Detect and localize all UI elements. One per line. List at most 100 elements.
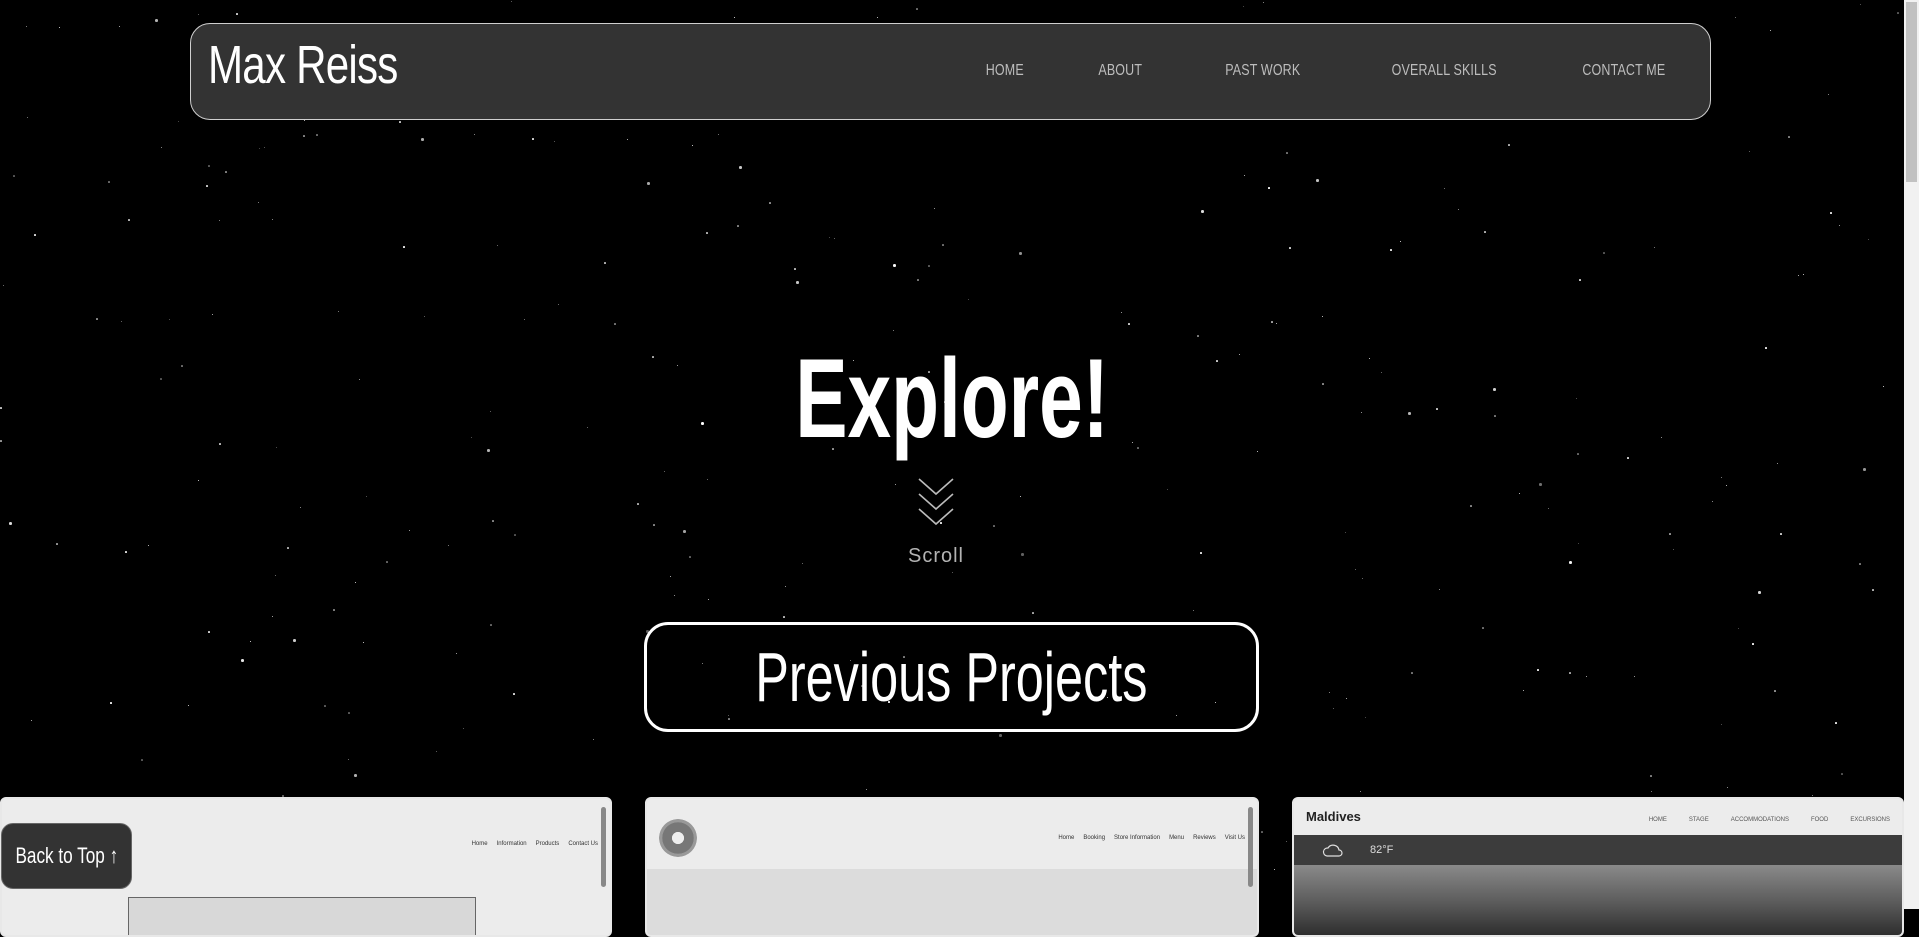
thumbnail-weather-bar: 82°F: [1294, 835, 1902, 865]
star: [13, 175, 15, 177]
star: [916, 8, 918, 10]
star: [1721, 724, 1722, 725]
star: [250, 641, 251, 642]
star: [1828, 94, 1829, 95]
star: [59, 27, 60, 28]
star: [1271, 321, 1273, 323]
nav-home[interactable]: HOME: [985, 62, 1023, 80]
star: [1839, 225, 1840, 226]
star: [558, 304, 559, 305]
thumb-nav-item: Home: [471, 841, 488, 847]
project-card-3[interactable]: Maldives HOME STAGE ACCOMMODATIONS FOOD …: [1292, 797, 1904, 937]
star: [1329, 692, 1330, 693]
star: [355, 582, 356, 583]
star: [1390, 249, 1392, 251]
star: [928, 265, 930, 267]
star: [110, 702, 112, 704]
project-card-2[interactable]: Home Booking Store Information Menu Revi…: [645, 797, 1259, 937]
chevrons-down-icon[interactable]: [917, 476, 955, 530]
star: [208, 631, 210, 633]
star: [1770, 30, 1771, 31]
star: [1803, 274, 1804, 275]
star: [968, 299, 969, 300]
star: [1400, 241, 1401, 242]
star: [1276, 323, 1277, 324]
hero-title-text: Explore!: [795, 336, 1109, 462]
star: [348, 759, 349, 760]
star: [783, 616, 785, 618]
star: [1841, 773, 1843, 775]
star: [942, 244, 944, 246]
star: [463, 728, 464, 729]
page-scrollbar[interactable]: [1904, 0, 1919, 909]
star: [1897, 12, 1899, 14]
star: [108, 181, 110, 183]
thumbnail-scrollbar: [601, 807, 606, 887]
star: [653, 524, 655, 526]
nav-contact-me[interactable]: CONTACT ME: [1582, 62, 1665, 80]
star: [225, 171, 227, 173]
star: [1439, 589, 1440, 590]
star: [1735, 17, 1736, 18]
star: [893, 330, 894, 331]
star: [264, 147, 265, 148]
thumbnail-nav: Home Booking Store Information Menu Revi…: [1058, 835, 1245, 841]
star: [96, 318, 98, 320]
thumb-nav-item: STAGE: [1688, 817, 1709, 823]
star: [1752, 643, 1754, 645]
star: [1539, 483, 1542, 486]
back-to-top-button[interactable]: Back to Top ↑: [1, 823, 132, 889]
star: [708, 599, 709, 600]
star: [1726, 485, 1727, 486]
star: [272, 219, 273, 220]
page-scrollbar-thumb[interactable]: [1906, 2, 1917, 182]
star: [324, 705, 326, 707]
star: [737, 225, 739, 227]
brand-logo[interactable]: Max Reiss: [208, 34, 398, 96]
star: [1603, 252, 1605, 254]
star: [366, 496, 367, 497]
star: [26, 26, 27, 27]
thumbnail-logo: Maldives: [1306, 809, 1361, 824]
thumb-nav-item: Store Information: [1114, 835, 1161, 841]
star: [895, 484, 896, 485]
star: [198, 14, 199, 15]
star: [670, 576, 671, 577]
star: [1835, 722, 1837, 724]
nav-past-work[interactable]: PAST WORK: [1225, 62, 1300, 80]
star: [1650, 775, 1652, 777]
star: [1360, 791, 1361, 792]
star: [1651, 791, 1652, 792]
star: [1749, 151, 1750, 152]
star: [796, 281, 799, 284]
star: [1780, 533, 1782, 535]
star: [734, 17, 735, 18]
star: [141, 759, 143, 761]
star: [1268, 187, 1270, 189]
star: [1355, 569, 1356, 570]
star: [338, 311, 339, 312]
star: [490, 624, 492, 626]
thumb-nav-item: Reviews: [1193, 835, 1216, 841]
star: [794, 268, 796, 270]
star: [424, 316, 425, 317]
scroll-label[interactable]: Scroll: [0, 545, 1872, 568]
star: [706, 232, 708, 234]
thumb-nav-item: Information: [496, 841, 527, 847]
star: [1569, 672, 1571, 674]
thumb-nav-item: Products: [535, 841, 560, 847]
star: [1286, 152, 1288, 154]
cloud-icon: [1322, 844, 1343, 857]
star: [1627, 457, 1629, 459]
star: [293, 639, 296, 642]
star: [121, 321, 122, 322]
thumbnail-content-box: [128, 897, 476, 935]
star: [1019, 252, 1022, 255]
nav-about[interactable]: ABOUT: [1098, 62, 1142, 80]
star: [593, 739, 594, 740]
star: [1263, 2, 1264, 3]
star: [1274, 869, 1275, 870]
star: [1365, 717, 1366, 718]
nav-overall-skills[interactable]: OVERALL SKILLS: [1392, 62, 1497, 80]
star: [474, 134, 475, 135]
